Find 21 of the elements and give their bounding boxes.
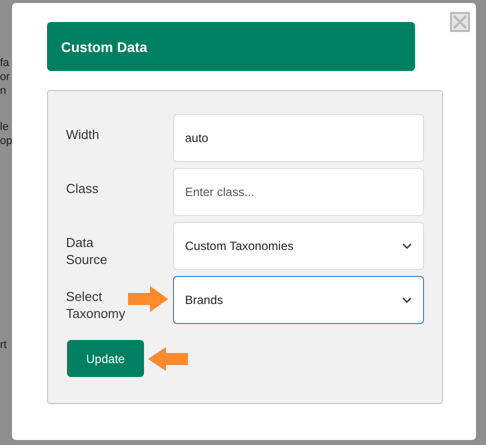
close-icon[interactable] — [450, 12, 470, 32]
background-text: or — [0, 70, 11, 84]
background-text: fa — [0, 56, 10, 70]
field-label: Width — [66, 126, 100, 143]
dropdown[interactable]: Custom Taxonomies — [173, 222, 424, 270]
background-text: n — [0, 84, 8, 98]
background-text: op — [0, 134, 14, 148]
chevron-icon — [402, 297, 412, 303]
dropdown[interactable]: Brands — [173, 276, 424, 324]
arrow-icon — [128, 286, 168, 312]
input-field[interactable]: Enter class... — [173, 168, 424, 216]
update-button[interactable]: Update — [67, 340, 144, 377]
chevron-icon — [402, 243, 412, 249]
background-text: le — [0, 120, 10, 134]
field-label: Data Source — [66, 234, 108, 268]
field-label: Select Taxonomy — [66, 288, 126, 322]
field-label: Class — [66, 180, 99, 197]
background-text: rt — [0, 338, 8, 352]
input-field[interactable]: auto — [173, 114, 424, 162]
arrow-icon — [148, 346, 188, 370]
dialog-title: Custom Data — [61, 38, 148, 54]
